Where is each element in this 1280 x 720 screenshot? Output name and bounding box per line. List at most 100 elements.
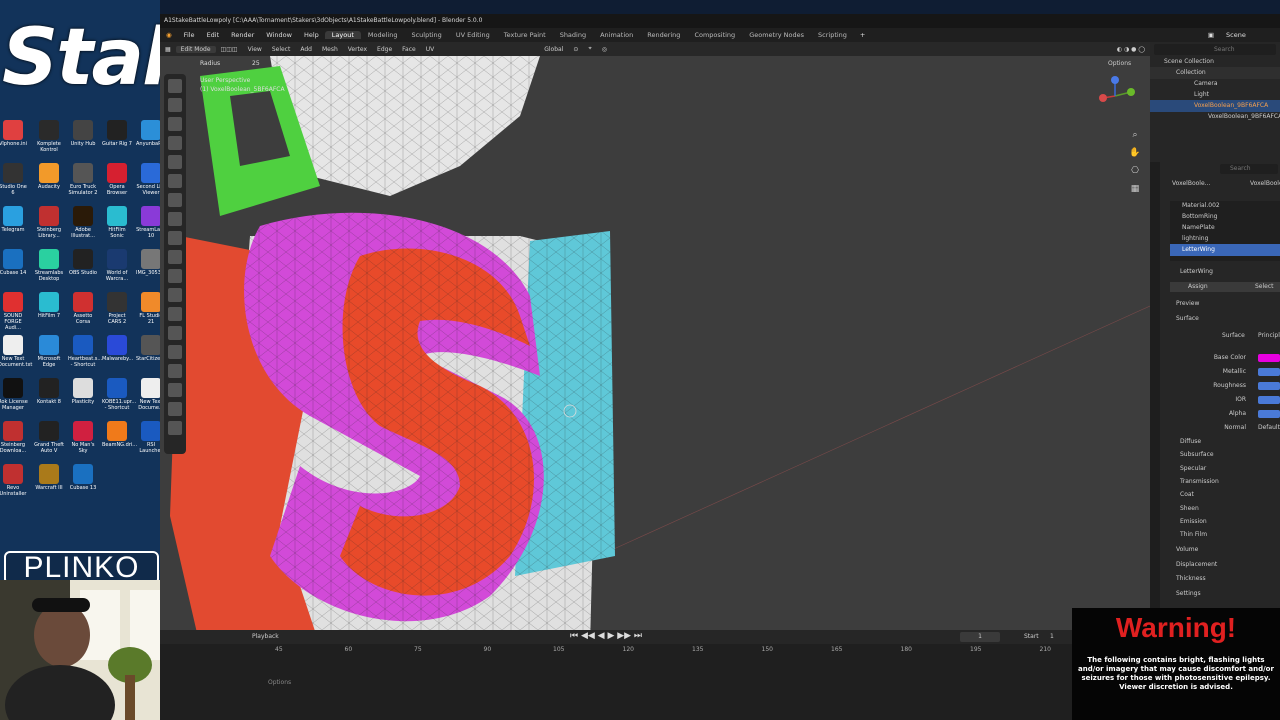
desktop-icon[interactable]: HitFilm Sonic xyxy=(102,206,132,239)
desktop-icon[interactable]: Euro Truck Simulator 2 xyxy=(68,163,98,196)
inset-tool-icon[interactable] xyxy=(168,250,182,264)
desktop-icon[interactable]: StarCitizen... xyxy=(136,335,160,362)
shader-field-value[interactable] xyxy=(1258,368,1280,376)
rotate-tool-icon[interactable] xyxy=(168,136,182,150)
loop-cut-tool-icon[interactable] xyxy=(168,288,182,302)
add-cube-tool-icon[interactable] xyxy=(168,212,182,226)
properties-tabs[interactable] xyxy=(1150,162,1160,622)
orientation-selector[interactable]: Global xyxy=(539,46,568,53)
desktop-icon[interactable]: Komplete Kontrol xyxy=(34,120,64,153)
desktop-icon[interactable]: Kontakt 8 xyxy=(34,378,64,405)
timeline-ruler[interactable]: 45 60 75 90 105 120 135 150 165 180 195 210 xyxy=(160,644,1150,658)
material-section[interactable]: Thickness xyxy=(1176,573,1206,585)
menu-file[interactable]: File xyxy=(178,31,201,39)
desktop-icon[interactable]: Cubase 14 xyxy=(0,249,28,276)
outliner-voxelboolean-2[interactable]: VoxelBoolean_9BF6AFCA xyxy=(1150,111,1280,123)
tab-layout[interactable]: Layout xyxy=(324,31,361,39)
scale-tool-icon[interactable] xyxy=(168,155,182,169)
outliner-search[interactable]: Search xyxy=(1154,44,1276,55)
desktop-icon[interactable]: Telegram xyxy=(0,206,28,233)
tab-geometry-nodes[interactable]: Geometry Nodes xyxy=(742,31,811,39)
menu-mesh[interactable]: Mesh xyxy=(317,46,343,53)
desktop-icon[interactable]: Microsoft Edge xyxy=(34,335,64,368)
tab-modeling[interactable]: Modeling xyxy=(361,31,405,39)
pan-hand-icon[interactable]: ✋ xyxy=(1128,144,1142,162)
pivot-icon[interactable]: ⊙ xyxy=(568,46,583,53)
timeline-options[interactable]: Options xyxy=(268,679,291,686)
knife-tool-icon[interactable] xyxy=(168,307,182,321)
bevel-tool-icon[interactable] xyxy=(168,269,182,283)
desktop-icon[interactable]: FL Studio 21 xyxy=(136,292,160,325)
shader-field-value[interactable] xyxy=(1258,396,1280,404)
desktop-icon[interactable]: Heartbeat.s... - Shortcut xyxy=(68,335,102,368)
menu-edit[interactable]: Edit xyxy=(201,31,226,39)
playback-menu[interactable]: Playback xyxy=(252,633,279,640)
scene-selector[interactable]: Scene xyxy=(1220,31,1280,39)
desktop-icon[interactable]: Project CARS 2 xyxy=(102,292,132,325)
tab-rendering[interactable]: Rendering xyxy=(640,31,687,39)
desktop-icon[interactable]: Revo Uninstaller xyxy=(0,464,28,497)
shader-field-value[interactable] xyxy=(1258,354,1280,362)
desktop-icon[interactable]: Unity Hub xyxy=(68,120,98,147)
surface-section[interactable]: Surface xyxy=(1176,313,1199,325)
shader-subsection[interactable]: Specular xyxy=(1180,463,1206,475)
desktop-icon[interactable]: New Text Docume... xyxy=(136,378,160,411)
3d-viewport[interactable]: Radius 25 User Perspective (1) VoxelBool… xyxy=(160,56,1150,646)
desktop-icon[interactable]: New Text Document.txt xyxy=(0,335,32,368)
material-section[interactable]: Volume xyxy=(1176,544,1198,556)
menu-view[interactable]: View xyxy=(243,46,267,53)
add-workspace-icon[interactable]: + xyxy=(854,31,871,39)
desktop-icon[interactable]: Grand Theft Auto V xyxy=(34,421,64,454)
desktop-icon[interactable]: Steinberg Downloa... xyxy=(0,421,28,454)
desktop-icon[interactable]: Adobe Illustrat... xyxy=(68,206,98,239)
desktop-icon[interactable]: Guitar Rig 7 xyxy=(102,120,132,147)
desktop-icon[interactable]: SOUND FORGE Audi... xyxy=(0,292,28,331)
select-tool-icon[interactable] xyxy=(168,79,182,93)
zoom-icon[interactable]: ⌕ xyxy=(1128,126,1142,144)
measure-tool-icon[interactable] xyxy=(168,193,182,207)
playback-controls[interactable]: ⏮ ◀◀ ◀ ▶ ▶▶ ⏭ xyxy=(570,631,642,641)
tab-scripting[interactable]: Scripting xyxy=(811,31,854,39)
material-section[interactable]: Settings xyxy=(1176,588,1201,600)
poly-build-tool-icon[interactable] xyxy=(168,326,182,340)
spin-tool-icon[interactable] xyxy=(168,345,182,359)
tab-texture-paint[interactable]: Texture Paint xyxy=(497,31,553,39)
overlay-icons[interactable]: ◐ ◑ ● ◯ xyxy=(1112,46,1150,53)
shader-subsection[interactable]: Diffuse xyxy=(1180,436,1201,448)
shader-field-value[interactable] xyxy=(1258,410,1280,418)
desktop-icon[interactable]: OBS Studio xyxy=(68,249,98,276)
proportional-icon[interactable]: ◎ xyxy=(597,46,612,53)
shader-field-value[interactable]: Default xyxy=(1258,424,1280,432)
desktop-icon[interactable]: Cubase 13 xyxy=(68,464,98,491)
menu-add[interactable]: Add xyxy=(295,46,317,53)
snap-icon[interactable]: ⌖ xyxy=(583,45,596,53)
annotate-tool-icon[interactable] xyxy=(168,174,182,188)
desktop-icon[interactable]: BeamNG.dri... xyxy=(102,421,137,448)
desktop-icon[interactable]: Studio One 6 xyxy=(0,163,28,196)
desktop-icon[interactable]: Second Life Viewer xyxy=(136,163,160,196)
smooth-tool-icon[interactable] xyxy=(168,364,182,378)
material-name-field[interactable]: LetterWing xyxy=(1180,266,1213,278)
shrink-tool-icon[interactable] xyxy=(168,402,182,416)
tab-compositing[interactable]: Compositing xyxy=(687,31,742,39)
menu-render[interactable]: Render xyxy=(225,31,260,39)
desktop-icon[interactable]: World of Warcra... xyxy=(102,249,132,282)
blender-icon[interactable]: ◉ xyxy=(160,31,178,39)
move-tool-icon[interactable] xyxy=(168,117,182,131)
menu-edge[interactable]: Edge xyxy=(372,46,397,53)
material-section[interactable]: Displacement xyxy=(1176,559,1217,571)
desktop-icon[interactable]: Warcraft III xyxy=(34,464,64,491)
menu-vertex[interactable]: Vertex xyxy=(343,46,372,53)
properties-search[interactable]: Search xyxy=(1220,164,1278,174)
menu-window[interactable]: Window xyxy=(260,31,298,39)
edge-slide-tool-icon[interactable] xyxy=(168,383,182,397)
assign-button[interactable]: Assign xyxy=(1188,282,1208,292)
mode-selector[interactable]: Edit Mode xyxy=(175,45,216,53)
start-frame-value[interactable]: 1 xyxy=(1050,633,1054,640)
tab-sculpting[interactable]: Sculpting xyxy=(404,31,448,39)
desktop-icon[interactable]: Streamlabs Desktop xyxy=(34,249,64,282)
desktop-icon[interactable]: IMG_3053.H... xyxy=(136,249,160,276)
camera-view-icon[interactable]: ⎔ xyxy=(1128,162,1142,180)
shader-subsection[interactable]: Emission xyxy=(1180,516,1207,528)
shader-subsection[interactable]: Subsurface xyxy=(1180,449,1214,461)
